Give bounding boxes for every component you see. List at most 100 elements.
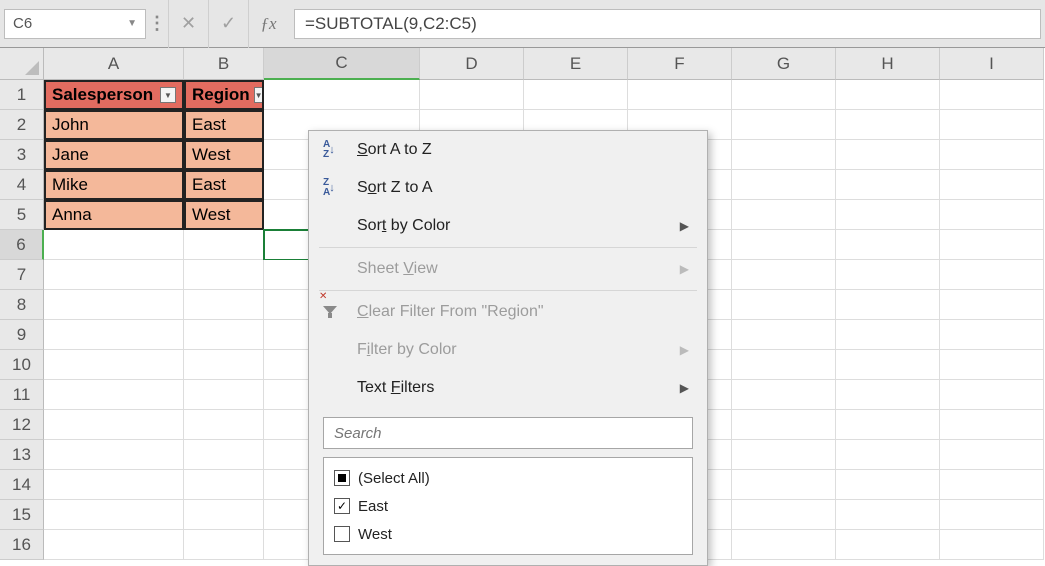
row-header-7[interactable]: 7 — [0, 260, 44, 290]
cell[interactable] — [836, 110, 940, 140]
cell[interactable] — [940, 260, 1044, 290]
cell[interactable] — [836, 500, 940, 530]
cell[interactable] — [940, 290, 1044, 320]
cell[interactable] — [732, 260, 836, 290]
cell[interactable] — [940, 380, 1044, 410]
cell[interactable] — [732, 380, 836, 410]
cell[interactable] — [44, 410, 184, 440]
cell[interactable] — [44, 530, 184, 560]
filter-dropdown-icon[interactable]: ▼ — [254, 87, 264, 103]
cell[interactable] — [44, 290, 184, 320]
cell[interactable] — [732, 170, 836, 200]
cell[interactable]: Jane — [44, 140, 184, 170]
cell[interactable] — [940, 470, 1044, 500]
col-header-I[interactable]: I — [940, 48, 1044, 80]
row-header-4[interactable]: 4 — [0, 170, 44, 200]
cell[interactable] — [940, 500, 1044, 530]
sort-color-item[interactable]: Sort by Color ▶ — [309, 207, 707, 245]
row-header-8[interactable]: 8 — [0, 290, 44, 320]
cell[interactable] — [44, 470, 184, 500]
cell[interactable]: Salesperson▼ — [44, 80, 184, 110]
formula-input[interactable]: =SUBTOTAL(9,C2:C5) — [294, 9, 1041, 39]
cell[interactable]: West — [184, 200, 264, 230]
row-header-5[interactable]: 5 — [0, 200, 44, 230]
filter-search-input[interactable] — [323, 417, 693, 449]
col-header-F[interactable]: F — [628, 48, 732, 80]
cell[interactable] — [940, 350, 1044, 380]
cell[interactable] — [836, 170, 940, 200]
row-header-10[interactable]: 10 — [0, 350, 44, 380]
cell[interactable]: Anna — [44, 200, 184, 230]
cell[interactable] — [420, 80, 524, 110]
cell[interactable] — [732, 140, 836, 170]
cell[interactable] — [836, 290, 940, 320]
cell[interactable]: Mike — [44, 170, 184, 200]
row-header-1[interactable]: 1 — [0, 80, 44, 110]
cancel-formula-button[interactable]: ✕ — [168, 0, 208, 48]
row-header-16[interactable]: 16 — [0, 530, 44, 560]
cell[interactable] — [732, 200, 836, 230]
expand-formula-icon[interactable]: ⋮ — [146, 13, 168, 34]
col-header-A[interactable]: A — [44, 48, 184, 80]
cell[interactable] — [628, 80, 732, 110]
row-header-15[interactable]: 15 — [0, 500, 44, 530]
cell[interactable] — [732, 110, 836, 140]
cell[interactable] — [732, 500, 836, 530]
cell[interactable] — [732, 320, 836, 350]
cell[interactable] — [836, 470, 940, 500]
cell[interactable] — [184, 410, 264, 440]
accept-formula-button[interactable]: ✓ — [208, 0, 248, 48]
col-header-E[interactable]: E — [524, 48, 628, 80]
cell[interactable] — [940, 530, 1044, 560]
row-header-6[interactable]: 6 — [0, 230, 44, 260]
cell[interactable]: West — [184, 140, 264, 170]
cell[interactable] — [836, 380, 940, 410]
cell[interactable] — [836, 410, 940, 440]
col-header-C[interactable]: C — [264, 48, 420, 80]
cell[interactable] — [836, 140, 940, 170]
cell[interactable] — [836, 80, 940, 110]
cell[interactable] — [732, 470, 836, 500]
cell[interactable] — [184, 290, 264, 320]
cell[interactable] — [836, 350, 940, 380]
cell[interactable] — [836, 440, 940, 470]
cell[interactable] — [836, 320, 940, 350]
col-header-G[interactable]: G — [732, 48, 836, 80]
col-header-H[interactable]: H — [836, 48, 940, 80]
cell[interactable]: East — [184, 170, 264, 200]
cell[interactable] — [940, 170, 1044, 200]
cell[interactable] — [44, 440, 184, 470]
cell[interactable] — [940, 140, 1044, 170]
cell[interactable] — [44, 350, 184, 380]
cell[interactable] — [44, 380, 184, 410]
select-all-corner[interactable] — [0, 48, 44, 80]
row-header-14[interactable]: 14 — [0, 470, 44, 500]
cell[interactable] — [732, 80, 836, 110]
cell[interactable] — [836, 200, 940, 230]
cell[interactable] — [940, 320, 1044, 350]
cell[interactable] — [940, 80, 1044, 110]
cell[interactable]: John — [44, 110, 184, 140]
fx-button[interactable]: ƒx — [248, 0, 288, 48]
sort-asc-item[interactable]: AZ↓ Sort A to Z — [309, 131, 707, 169]
cell[interactable] — [940, 110, 1044, 140]
row-header-11[interactable]: 11 — [0, 380, 44, 410]
row-header-13[interactable]: 13 — [0, 440, 44, 470]
filter-dropdown-icon[interactable]: ▼ — [160, 87, 176, 103]
cell[interactable] — [732, 350, 836, 380]
row-header-12[interactable]: 12 — [0, 410, 44, 440]
cell[interactable] — [732, 530, 836, 560]
cell[interactable] — [184, 380, 264, 410]
cell[interactable]: Region▼ — [184, 80, 264, 110]
cell[interactable] — [184, 230, 264, 260]
col-header-D[interactable]: D — [420, 48, 524, 80]
cell[interactable] — [940, 410, 1044, 440]
filter-option[interactable]: (Select All) — [334, 464, 682, 492]
text-filters-item[interactable]: Text Filters ▶ — [309, 369, 707, 407]
cell[interactable] — [264, 80, 420, 110]
sort-desc-item[interactable]: ZA↓ Sort Z to A — [309, 169, 707, 207]
cell[interactable] — [836, 230, 940, 260]
filter-option[interactable]: East — [334, 492, 682, 520]
cell[interactable] — [836, 530, 940, 560]
cell[interactable] — [184, 530, 264, 560]
